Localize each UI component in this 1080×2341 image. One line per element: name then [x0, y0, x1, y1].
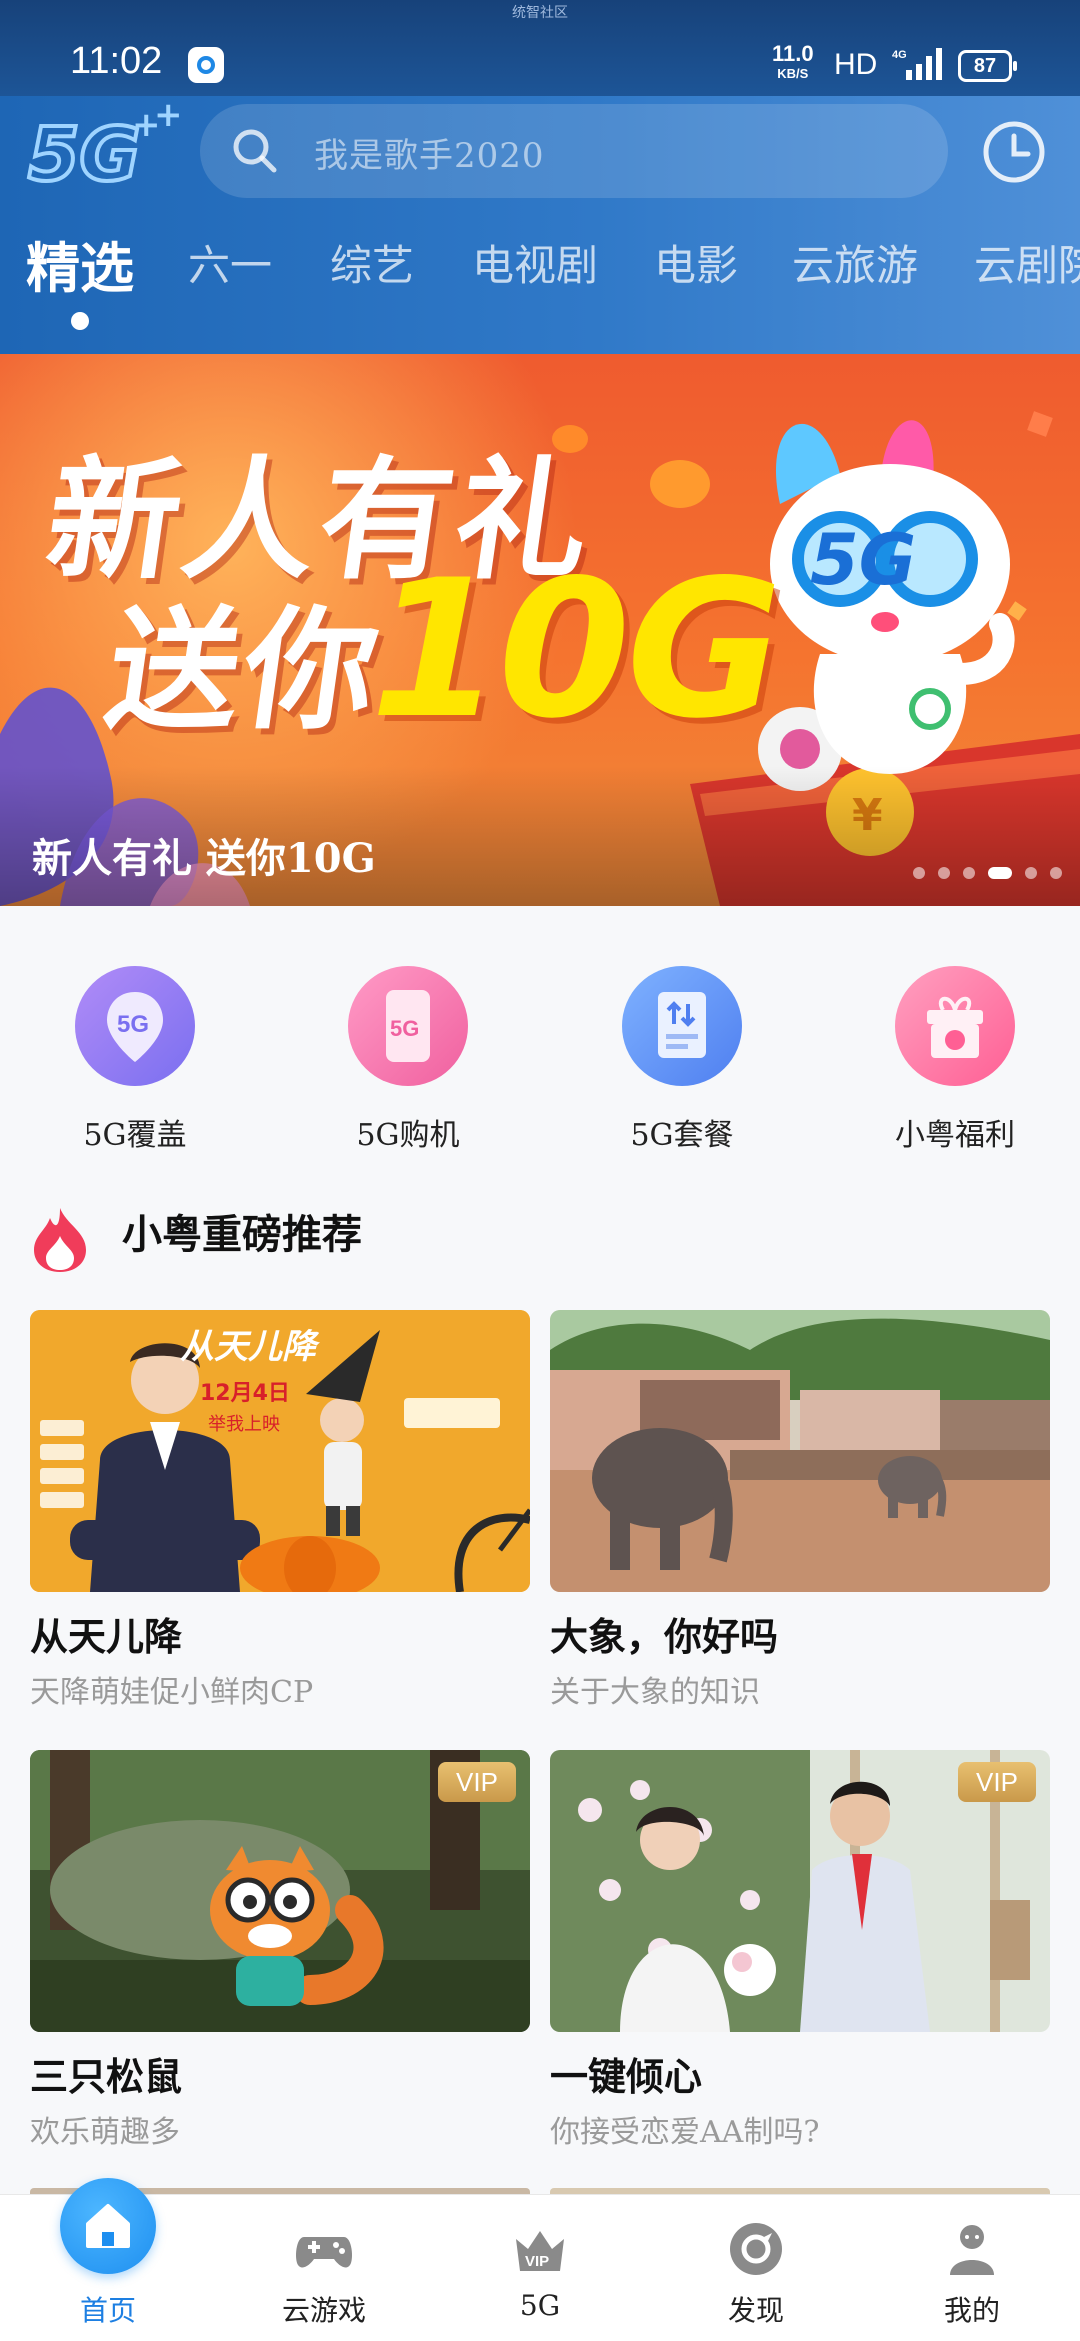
status-caption: 统智社区 — [512, 4, 568, 20]
discover-icon — [730, 2223, 782, 2275]
card-title: 一键倾心 — [550, 2054, 703, 2099]
quick-entry-row: 5G 5G覆盖 5G 5G购机 5G套餐 小粤福利 — [0, 966, 1080, 1156]
nav-5g[interactable]: VIP 5G — [432, 2195, 648, 2341]
vip-badge: VIP — [438, 1762, 516, 1802]
content-card[interactable]: VIP 一键倾心 你接受恋爱AA制吗? — [550, 1750, 1050, 2151]
carousel-indicator — [905, 864, 1062, 879]
card-subtitle: 欢乐萌趣多 — [30, 2115, 180, 2150]
svg-text:VIP: VIP — [525, 2253, 549, 2270]
quick-entry-welfare[interactable]: 小粤福利 — [845, 966, 1065, 1154]
card-title: 从天儿降 — [30, 1614, 183, 1659]
carousel-dot[interactable] — [1050, 867, 1062, 879]
tab-cloud-travel[interactable]: 云旅游 — [792, 232, 918, 293]
5g-logo-icon[interactable]: 5G + + — [26, 104, 186, 200]
history-clock-icon[interactable] — [980, 118, 1048, 186]
clock: 11:02 — [70, 40, 163, 82]
profile-icon — [950, 2225, 994, 2275]
hd-indicator: HD — [834, 48, 878, 81]
nav-label: 5G — [519, 2289, 561, 2322]
network-speed-value: 11.0 — [772, 41, 814, 66]
location-5g-icon: 5G — [75, 966, 195, 1086]
banner-subheadline: 送你 — [97, 594, 392, 748]
nav-cloud-games[interactable]: 云游戏 — [216, 2195, 432, 2341]
crown-vip-icon: VIP — [516, 2231, 564, 2271]
nav-label: 我的 — [943, 2294, 1000, 2327]
active-tab-indicator — [71, 312, 89, 330]
card-subtitle: 天降萌娃促小鲜肉CP — [30, 1675, 314, 1710]
tab-tv-series[interactable]: 电视剧 — [472, 232, 598, 293]
video-thumbnail[interactable]: 从天儿降 12月4日 举我上映 — [30, 1310, 530, 1592]
card-title: 三只松鼠 — [30, 2054, 183, 2099]
quick-entry-label: 5G覆盖 — [83, 1118, 187, 1153]
tab-children-day[interactable]: 六一 — [188, 232, 272, 293]
vip-badge: VIP — [958, 1762, 1036, 1802]
quick-entry-coverage[interactable]: 5G 5G覆盖 — [25, 966, 245, 1154]
nav-discover[interactable]: 发现 — [648, 2195, 864, 2341]
svg-text:+: + — [154, 104, 183, 135]
search-icon — [233, 129, 277, 173]
quick-entry-label: 5G套餐 — [630, 1118, 734, 1153]
promo-banner[interactable]: ¥ 5G 新人有礼 送你 10G 新人有礼 送你10G — [0, 354, 1080, 906]
notification-app-icon — [188, 47, 224, 83]
flame-icon — [34, 1208, 86, 1272]
search-placeholder: 我是歌手2020 — [314, 136, 545, 176]
tab-movies[interactable]: 电影 — [654, 232, 738, 293]
carousel-dot[interactable] — [1024, 867, 1037, 879]
bottom-navigation: 首页 云游戏 VIP 5G 发现 我的 — [0, 2194, 1080, 2341]
svg-text:5G: 5G — [117, 1011, 149, 1038]
content-card[interactable]: 大象，你好吗 关于大象的知识 — [550, 1310, 1050, 1711]
network-speed-unit: KB/S — [777, 66, 809, 81]
svg-text:5G: 5G — [390, 1016, 419, 1041]
plan-icon — [622, 966, 742, 1086]
section-title: 小粤重磅推荐 — [122, 1211, 362, 1258]
banner-art-5g: 5G — [810, 519, 916, 601]
category-tabs: 精选 六一 综艺 电视剧 电影 云旅游 云剧院 — [0, 232, 1080, 322]
tab-cloud-theater[interactable]: 云剧院 — [974, 232, 1080, 293]
gift-icon — [895, 966, 1015, 1086]
video-thumbnail[interactable]: VIP — [550, 1750, 1050, 2032]
carousel-dot[interactable] — [912, 867, 925, 879]
quick-entry-label: 5G购机 — [356, 1118, 460, 1153]
tab-featured[interactable]: 精选 — [26, 232, 134, 303]
card-subtitle: 你接受恋爱AA制吗? — [550, 2115, 820, 2150]
search-bar[interactable]: 我是歌手2020 — [200, 104, 948, 198]
signal-icon: 4G — [892, 48, 942, 80]
nav-label: 首页 — [79, 2294, 136, 2327]
content-card[interactable]: VIP 三只松鼠 欢乐萌趣多 — [30, 1750, 530, 2151]
battery-indicator: 87 — [958, 50, 1017, 82]
tab-variety[interactable]: 综艺 — [330, 232, 414, 293]
home-icon[interactable] — [60, 2178, 156, 2274]
nav-label: 云游戏 — [281, 2294, 366, 2327]
nav-label: 发现 — [727, 2294, 784, 2327]
video-thumbnail[interactable] — [550, 1310, 1050, 1592]
gamepad-icon — [296, 2237, 352, 2268]
poster-note: 举我上映 — [208, 1414, 280, 1435]
carousel-dot[interactable] — [937, 867, 950, 879]
quick-entry-buy-phone[interactable]: 5G 5G购机 — [298, 966, 518, 1154]
banner-highlight: 10G — [370, 539, 782, 760]
card-subtitle: 关于大象的知识 — [550, 1675, 760, 1710]
carousel-dot[interactable] — [962, 867, 975, 879]
phone-5g-icon: 5G — [348, 966, 468, 1086]
signal-type-label: 4G — [892, 49, 907, 61]
5g-logo-text: 5G — [28, 112, 140, 198]
poster-date: 12月4日 — [200, 1381, 290, 1406]
content-card[interactable]: 从天儿降 12月4日 举我上映 从天儿降 天降萌娃促小鲜肉CP — [30, 1310, 530, 1711]
poster-title: 从天儿降 — [180, 1327, 320, 1367]
quick-entry-label: 小粤福利 — [895, 1118, 1015, 1153]
status-bar: 统智社区 11:02 11.0 KB/S HD 4G 87 — [0, 0, 1080, 96]
app-header: 统智社区 11:02 11.0 KB/S HD 4G 87 5G + + 我是歌… — [0, 0, 1080, 354]
video-thumbnail[interactable]: VIP — [30, 1750, 530, 2032]
carousel-dot-active[interactable] — [987, 867, 1012, 879]
network-speed: 11.0 KB/S — [772, 41, 814, 84]
quick-entry-plan[interactable]: 5G套餐 — [572, 966, 792, 1154]
banner-caption: 新人有礼 送你10G — [32, 835, 376, 882]
nav-profile[interactable]: 我的 — [864, 2195, 1080, 2341]
card-title: 大象，你好吗 — [550, 1614, 779, 1659]
